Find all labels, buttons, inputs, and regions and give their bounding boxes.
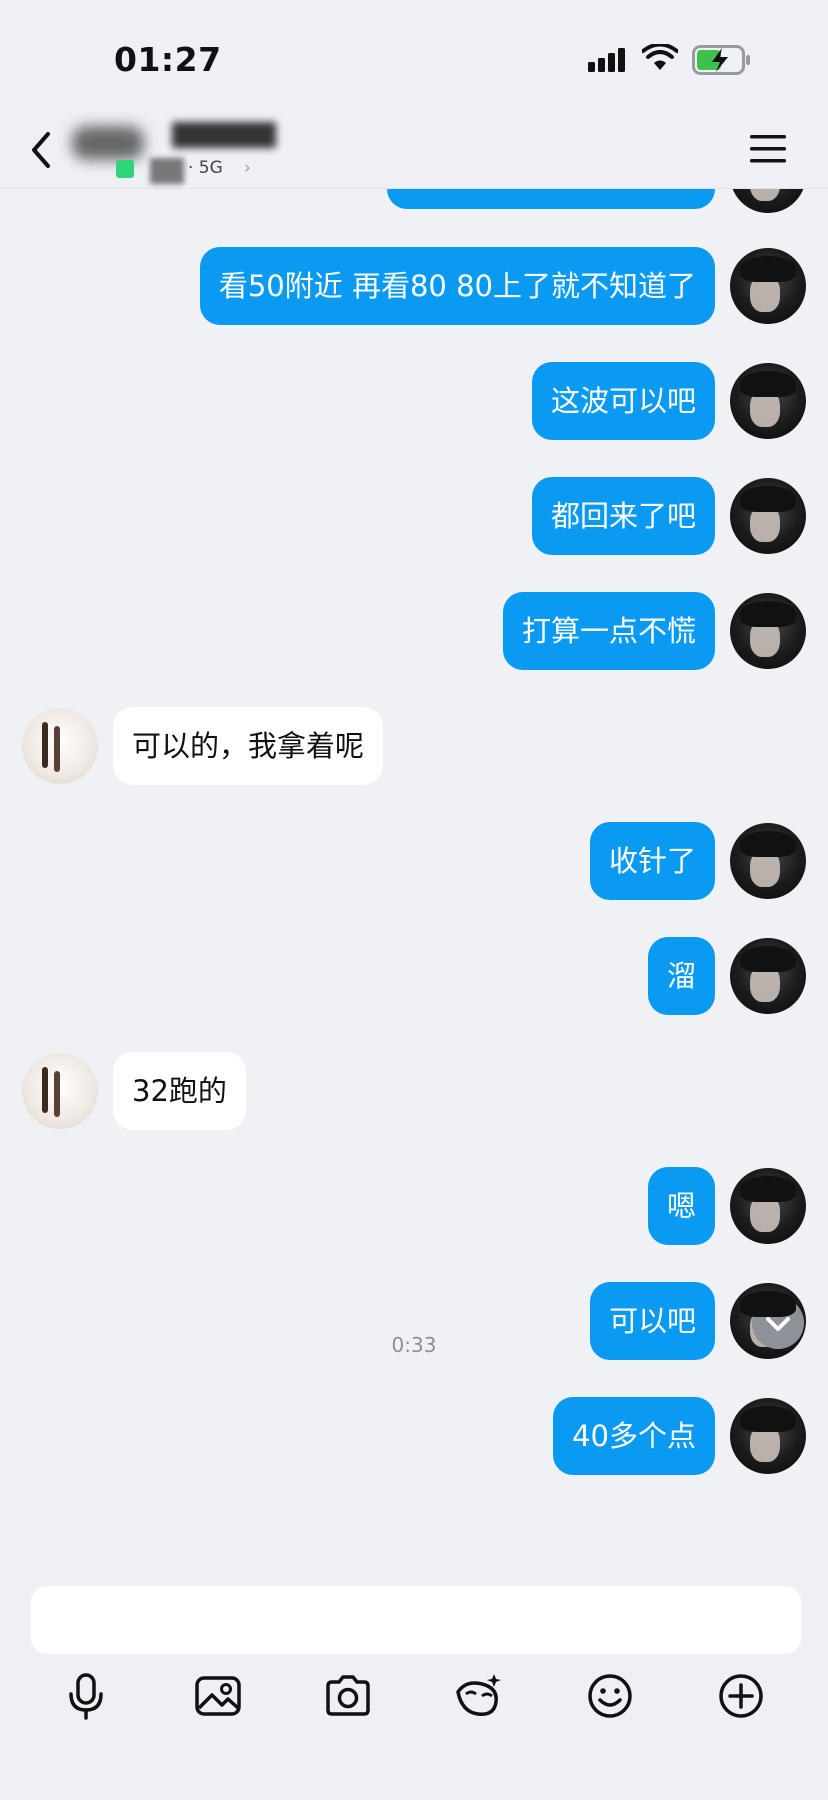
sticker-icon[interactable] (452, 1670, 504, 1722)
my-avatar[interactable] (730, 189, 806, 213)
message-input[interactable] (31, 1586, 801, 1654)
camera-icon[interactable] (322, 1670, 374, 1722)
peer-name-redacted-2[interactable] (172, 122, 276, 148)
message-row: 32跑的 (0, 1052, 828, 1130)
message-bubble[interactable]: 可以的，我拿着呢 (113, 707, 384, 785)
message-row: 溜 (0, 937, 828, 1015)
my-avatar[interactable] (730, 363, 806, 439)
message-row: 嗯 (0, 1167, 828, 1245)
message-row: 看50附近 再看80 80上了就不知道了 (0, 247, 828, 325)
network-status: · 5G (188, 158, 223, 178)
message-row: 40多个点 (0, 1397, 828, 1475)
message-row: 可以的，我拿着呢 (0, 707, 828, 785)
my-avatar[interactable] (730, 1398, 806, 1474)
emoji-icon[interactable] (584, 1670, 636, 1722)
message-bubble[interactable]: 都回来了吧 (531, 477, 715, 555)
status-redacted (150, 158, 184, 184)
chat-header: · 5G › (0, 110, 828, 189)
message-row: 收针了 (0, 822, 828, 900)
peer-name-redacted[interactable] (72, 126, 144, 160)
my-avatar[interactable] (730, 593, 806, 669)
my-avatar[interactable] (730, 248, 806, 324)
my-avatar[interactable] (730, 1168, 806, 1244)
online-status-icon (116, 160, 134, 178)
peer-avatar[interactable] (22, 708, 98, 784)
composer-area (0, 1568, 828, 1800)
message-bubble-partial[interactable] (387, 189, 715, 209)
chevron-right-icon[interactable]: › (244, 158, 251, 178)
message-bubble[interactable]: 看50附近 再看80 80上了就不知道了 (199, 247, 715, 325)
my-avatar[interactable] (730, 823, 806, 899)
my-avatar[interactable] (730, 938, 806, 1014)
image-icon[interactable] (192, 1670, 244, 1722)
message-bubble[interactable]: 打算一点不慌 (502, 592, 715, 670)
message-bubble[interactable]: 32跑的 (113, 1052, 246, 1130)
message-row: 都回来了吧 (0, 477, 828, 555)
battery-charging-icon (692, 45, 750, 75)
message-bubble[interactable]: 收针了 (589, 822, 715, 900)
plus-icon[interactable] (715, 1670, 767, 1722)
message-bubble[interactable]: 溜 (647, 937, 715, 1015)
message-row: 打算一点不慌 (0, 592, 828, 670)
status-time: 01:27 (114, 40, 222, 79)
back-arrow-icon[interactable] (26, 128, 56, 172)
status-bar: 01:27 (0, 0, 828, 110)
peer-avatar[interactable] (22, 1053, 98, 1129)
message-bubble[interactable]: 这波可以吧 (531, 362, 715, 440)
microphone-icon[interactable] (60, 1670, 112, 1722)
signal-icon (588, 48, 625, 72)
message-row: 这波可以吧 (0, 362, 828, 440)
timestamp: 0:33 (391, 1333, 437, 1357)
menu-icon[interactable] (748, 132, 788, 166)
message-bubble[interactable]: 40多个点 (553, 1397, 715, 1475)
message-bubble[interactable]: 嗯 (647, 1167, 715, 1245)
message-list[interactable]: 看50附近 再看80 80上了就不知道了 这波可以吧 都回来了吧 打算一点不慌 … (0, 189, 828, 1567)
wifi-icon (642, 44, 678, 70)
my-avatar[interactable] (730, 478, 806, 554)
